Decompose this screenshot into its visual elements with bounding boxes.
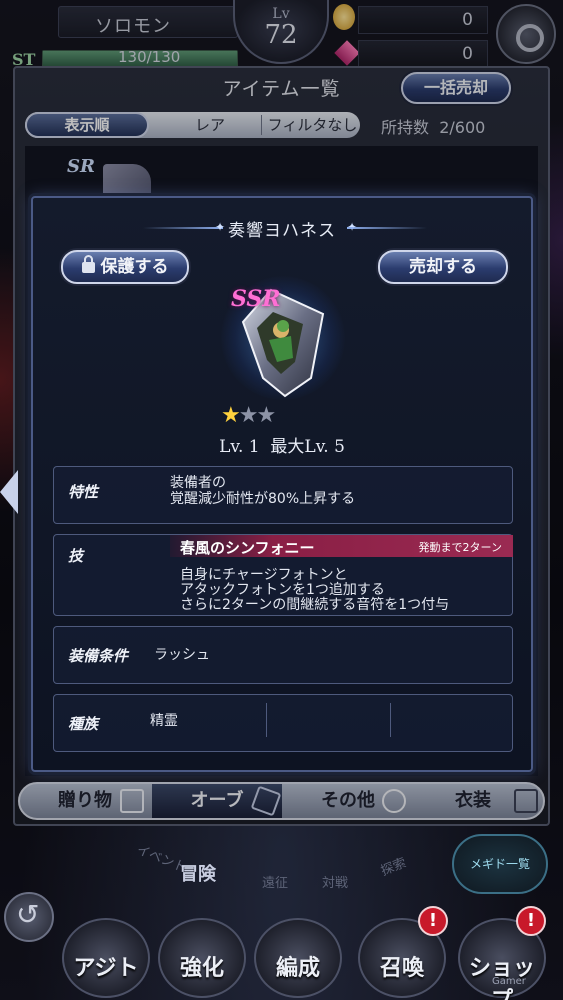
skill-text-line-3: さらに2ターンの間継続する音符を1つ付与 xyxy=(180,597,450,613)
skill-text-line-2: アタックフォトンを1つ追加する xyxy=(180,582,385,598)
equip-condition-label: 装備条件 xyxy=(68,647,129,665)
nav-formation-button[interactable]: 編成 xyxy=(254,918,342,998)
orb-rarity: SSR xyxy=(231,286,281,312)
trait-label: 特性 xyxy=(68,483,99,501)
race-label: 種族 xyxy=(68,715,99,733)
orb-level-line: Lv. 1 最大Lv. 5 xyxy=(33,432,531,457)
nav-summon-label: 召喚 xyxy=(379,956,424,981)
nav-enhance-label: 強化 xyxy=(179,956,224,981)
lock-icon xyxy=(81,255,95,273)
trait-text-line-2: 覚醒減少耐性が80%上昇する xyxy=(170,491,356,507)
watermark: Gamer xyxy=(492,976,526,987)
orb-level: Lv. 1 xyxy=(219,437,260,457)
title-ornament-right xyxy=(347,227,427,229)
previous-item-arrow-icon[interactable] xyxy=(0,470,18,514)
trait-box: 特性 装備者の 覚醒減少耐性が80%上昇する xyxy=(53,466,513,524)
back-arrow-icon[interactable] xyxy=(4,892,54,942)
skill-box: 技 春風のシンフォニー 発動まで2ターン 自身にチャージフォトンと アタックフォ… xyxy=(53,534,513,616)
ring-label-explore[interactable]: 探索 xyxy=(377,852,409,880)
nav-enhance-button[interactable]: 強化 xyxy=(158,918,246,998)
race-value: 精霊 xyxy=(150,713,178,729)
orb-detail-modal: ✦ 奏響ヨハネス ✦ 保護する 売却する SSR ★★★ Lv. 1 最大Lv.… xyxy=(31,196,533,772)
skill-cooldown: 発動まで2ターン xyxy=(418,541,502,554)
shop-alert-badge: ! xyxy=(516,906,546,936)
equip-condition-box: 装備条件 ラッシュ xyxy=(53,626,513,684)
equip-condition-value: ラッシュ xyxy=(154,647,210,663)
protect-label: 保護する xyxy=(100,257,169,277)
ring-label-adventure[interactable]: 冒険 xyxy=(180,860,216,886)
star-empty-icon: ★ xyxy=(256,403,276,428)
star-filled-icon: ★ xyxy=(221,403,241,428)
nav-formation-label: 編成 xyxy=(275,956,320,981)
summon-alert-badge: ! xyxy=(418,906,448,936)
orb-max-level: 最大Lv. 5 xyxy=(270,437,345,457)
skill-name: 春風のシンフォニー xyxy=(180,539,315,557)
ring-label-battle[interactable]: 対戦 xyxy=(322,872,348,891)
bottom-navigation: イベント 冒険 遠征 対戦 探索 メギド一覧 アジト 強化 編成 召喚 ! ショ… xyxy=(0,826,563,1000)
skill-text-line-1: 自身にチャージフォトンと xyxy=(180,567,348,583)
nav-shop-label: ショップ xyxy=(468,956,535,1000)
protect-button[interactable]: 保護する xyxy=(61,250,189,284)
nav-hideout-button[interactable]: アジト xyxy=(62,918,150,998)
race-divider xyxy=(390,703,391,737)
race-box: 種族 精霊 xyxy=(53,694,513,752)
skill-label: 技 xyxy=(68,547,84,565)
orb-name: 奏響ヨハネス xyxy=(228,221,336,241)
orb-star-rating: ★★★ xyxy=(221,403,276,428)
nav-hideout-label: アジト xyxy=(73,956,139,981)
star-empty-icon: ★ xyxy=(238,403,259,428)
trait-text-line-1: 装備者の xyxy=(170,475,226,491)
race-divider xyxy=(266,703,267,737)
megido-list-button[interactable]: メギド一覧 xyxy=(452,834,548,894)
sell-button[interactable]: 売却する xyxy=(378,250,508,284)
ring-label-expedition[interactable]: 遠征 xyxy=(262,872,288,891)
